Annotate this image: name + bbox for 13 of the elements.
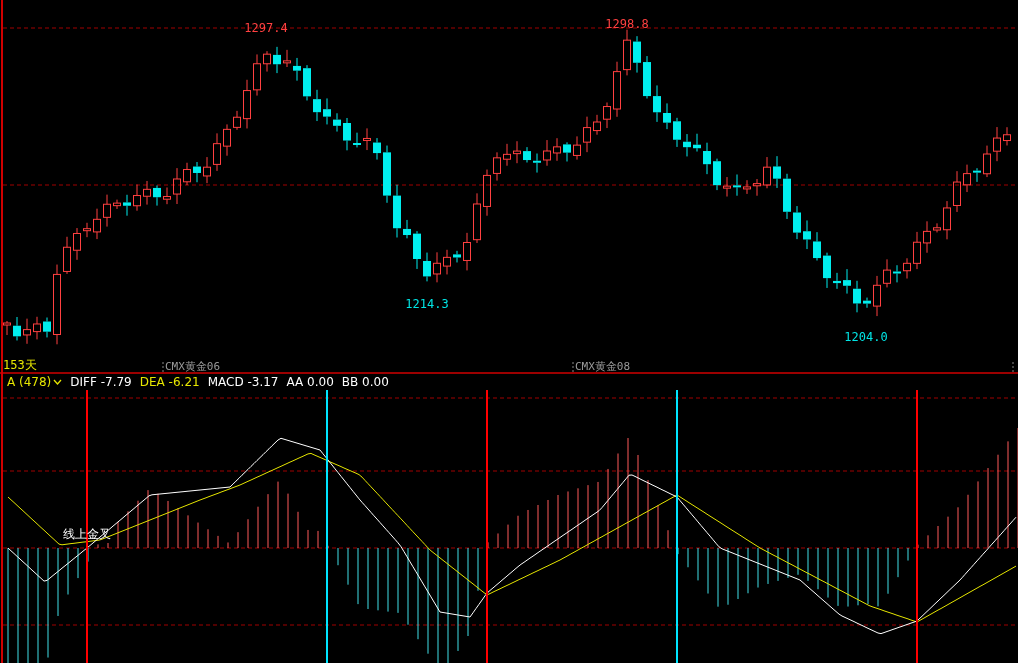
- contract-label: CMX黄金06: [165, 360, 221, 373]
- indicator-value: DIFF -7.79: [70, 375, 132, 389]
- high-price-label: 1298.8: [605, 17, 649, 31]
- low-price-label: 1214.3: [405, 297, 449, 311]
- low-price-label: 1204.0: [844, 330, 888, 344]
- high-price-label: 1297.4: [244, 21, 288, 35]
- indicator-value: AA 0.00: [286, 375, 334, 389]
- period-label: 153天: [3, 358, 37, 372]
- indicator-value: BB 0.00: [341, 375, 389, 389]
- contract-label: CMX黄金08: [575, 360, 631, 373]
- indicator-value: DEA -6.21: [139, 375, 200, 389]
- indicator-value: MACD -3.17: [207, 375, 279, 389]
- indicator-selector[interactable]: A (478): [7, 375, 52, 389]
